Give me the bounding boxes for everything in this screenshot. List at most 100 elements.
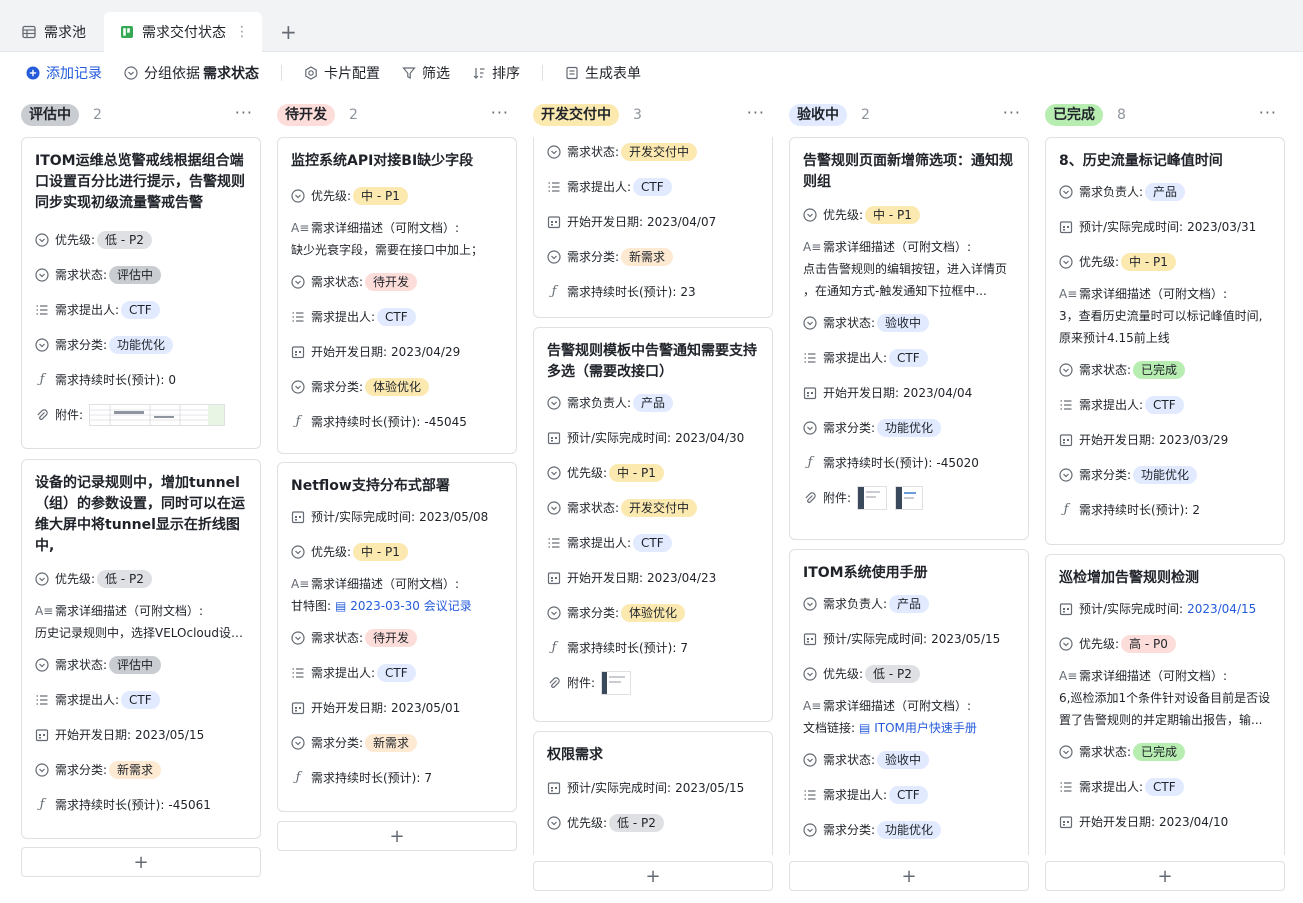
more-horizontal-icon[interactable]: ··· [235,103,253,122]
option-circle-icon [291,544,305,559]
priority-tag: 低 - P2 [865,664,920,683]
record-card[interactable]: 监控系统API对接BI缺少字段 优先级: 中 - P1 A≡ 需求详细描述（可附文档… [277,137,517,454]
field-priority: 优先级: 高 - P0 [1059,626,1271,661]
add-card-button[interactable]: + [1045,861,1285,891]
field-duration: ƒ 需求持续时长(预计): 0 [35,362,247,397]
status-tag: 开发交付中 [621,142,698,161]
add-tab-icon[interactable]: + [280,20,297,44]
field-duration: ƒ 需求持续时长(预计): -45061 [35,787,247,822]
add-card-button[interactable]: + [789,861,1029,891]
card-title: Netflow支持分布式部署 [291,478,450,494]
card-title: 告警规则模板中告警通知需要支持多选（需要改接口） [547,343,757,380]
filter-button[interactable]: 筛选 [402,59,450,87]
record-card[interactable]: 设备的记录规则中，增加tunnel（组）的参数设置，同时可以在运维大屏中将tun… [21,459,261,839]
column-header: 验收中 2 ··· [789,97,1029,133]
list-icon [291,310,305,324]
column-count: 2 [349,107,358,123]
calendar-icon [291,510,305,524]
option-circle-icon [547,249,561,264]
proposer-tag: CTF [633,177,672,196]
record-card[interactable]: ITOM系统使用手册 需求负责人: 产品 预计/实际完成时间: 2023/05/15… [789,549,1029,855]
record-card[interactable]: 巡检增加告警规则检测 预计/实际完成时间: 2023/04/15 优先级: 高 - … [1045,554,1285,855]
add-card-button[interactable]: + [533,861,773,891]
add-card-button[interactable]: + [277,821,517,851]
proposer-tag: CTF [377,663,416,682]
field-start-date: 开始开发日期: 2023/05/15 [35,717,247,752]
field-attachment: 附件: [35,397,247,432]
formula-icon: ƒ [295,770,301,785]
proposer-tag: CTF [121,300,160,319]
column-in-delivery: 开发交付中 3 ··· 需求状态: 开发交付中 需求提出人: CTF 开始开发日期:… [533,97,773,891]
priority-tag: 中 - P1 [1121,252,1176,271]
group-by-button[interactable]: 分组依据 需求状态 [124,59,259,87]
field-duration: ƒ 需求持续时长(预计): 7 [291,760,503,795]
field-category: 需求分类: 新需求 [291,725,503,760]
field-status: 需求状态: 评估中 [35,257,247,292]
record-card[interactable]: ITOM运维总览警戒线根据组合端口设置百分比进行提示，告警规则同步实现初级流量警… [21,137,261,449]
column-tag: 待开发 [277,104,335,126]
form-icon [565,66,579,80]
column-tag: 评估中 [21,104,79,126]
more-horizontal-icon[interactable]: ··· [1003,103,1021,122]
option-circle-icon [291,630,305,645]
proposer-tag: CTF [889,348,928,367]
plus-circle-icon [26,66,40,80]
tab-delivery-status[interactable]: 需求交付状态 ⋮ [104,12,262,52]
add-card-button[interactable]: + [21,847,261,877]
proposer-tag: CTF [889,785,928,804]
doc-link[interactable]: ▤ ITOM用户快速手册 [859,717,977,739]
attachment-thumbnail[interactable] [895,485,924,510]
record-card[interactable]: Netflow支持分布式部署 预计/实际完成时间: 2023/05/08 优先级:… [277,462,517,812]
calendar-icon [291,345,305,359]
field-status: 需求状态: 评估中 [35,647,247,682]
field-owner: 需求负责人: 产品 [1059,174,1271,209]
more-horizontal-icon[interactable]: ··· [1259,103,1277,122]
option-circle-icon [803,420,817,435]
more-horizontal-icon[interactable]: ··· [747,103,765,122]
record-card[interactable]: 需求状态: 开发交付中 需求提出人: CTF 开始开发日期: 2023/04/07 需… [533,137,773,318]
attachment-thumbnail[interactable] [601,670,632,695]
priority-tag: 中 - P1 [865,205,920,224]
field-description: A≡ 需求详细描述（可附文档）: 点击告警规则的编辑按钮，进入详情页 ，在通知方式… [803,232,1015,305]
option-circle-icon [291,379,305,394]
more-vertical-icon[interactable]: ⋮ [235,24,249,40]
doc-icon: ▤ [859,721,875,735]
option-circle-icon [1059,744,1073,759]
field-owner: 需求负责人: 产品 [803,586,1015,621]
card-config-button[interactable]: 卡片配置 [304,59,380,87]
tab-demand-pool[interactable]: 需求池 [8,12,108,52]
field-description: A≡ 需求详细描述（可附文档）: 甘特图: ▤ 2023-03-30 会议记录 [291,569,503,620]
column-acceptance: 验收中 2 ··· 告警规则页面新增筛选项：通知规则组 优先级: 中 - P1 A… [789,97,1029,891]
option-circle-icon [547,144,561,159]
proposer-tag: CTF [633,533,672,552]
text-icon: A≡ [291,577,310,591]
column-header: 待开发 2 ··· [277,97,517,133]
calendar-icon [547,215,561,229]
sort-button[interactable]: 排序 [472,59,520,87]
attachment-thumbnail[interactable] [89,403,226,426]
table-icon [22,25,36,39]
record-card[interactable]: 告警规则页面新增筛选项：通知规则组 优先级: 中 - P1 A≡ 需求详细描述（可附… [789,137,1029,540]
status-tag: 验收中 [877,750,930,769]
toolbar: 添加记录 分组依据 需求状态 卡片配置 筛选 排序 生成表单 [0,53,1303,93]
more-horizontal-icon[interactable]: ··· [491,103,509,122]
priority-tag: 高 - P0 [1121,634,1176,653]
option-circle-icon [803,822,817,837]
calendar-icon [1059,815,1073,829]
option-circle-icon [547,465,561,480]
list-icon [547,180,561,194]
record-card[interactable]: 8、历史流量标记峰值时间 需求负责人: 产品 预计/实际完成时间: 2023/03/… [1045,137,1285,545]
add-record-button[interactable]: 添加记录 [26,59,102,87]
card-title: 告警规则页面新增筛选项：通知规则组 [803,153,1013,190]
generate-form-button[interactable]: 生成表单 [565,59,641,87]
card-list: ITOM运维总览警戒线根据组合端口设置百分比进行提示，告警规则同步实现初级流量警… [21,137,261,855]
attachment-thumbnail[interactable] [857,485,888,510]
paperclip-icon [35,408,49,422]
category-tag: 功能优化 [109,335,174,354]
doc-link[interactable]: ▤ 2023-03-30 会议记录 [335,595,472,617]
field-description: A≡ 需求详细描述（可附文档）: 6,巡检添加1个条件针对设备目前是否设 置了告警… [1059,661,1271,734]
record-card[interactable]: 告警规则模板中告警通知需要支持多选（需要改接口） 需求负责人: 产品 预计/实际完… [533,327,773,722]
record-card[interactable]: 权限需求 预计/实际完成时间: 2023/05/15 优先级: 低 - P2 [533,731,773,855]
calendar-icon [291,701,305,715]
tab-label: 需求池 [44,25,86,41]
